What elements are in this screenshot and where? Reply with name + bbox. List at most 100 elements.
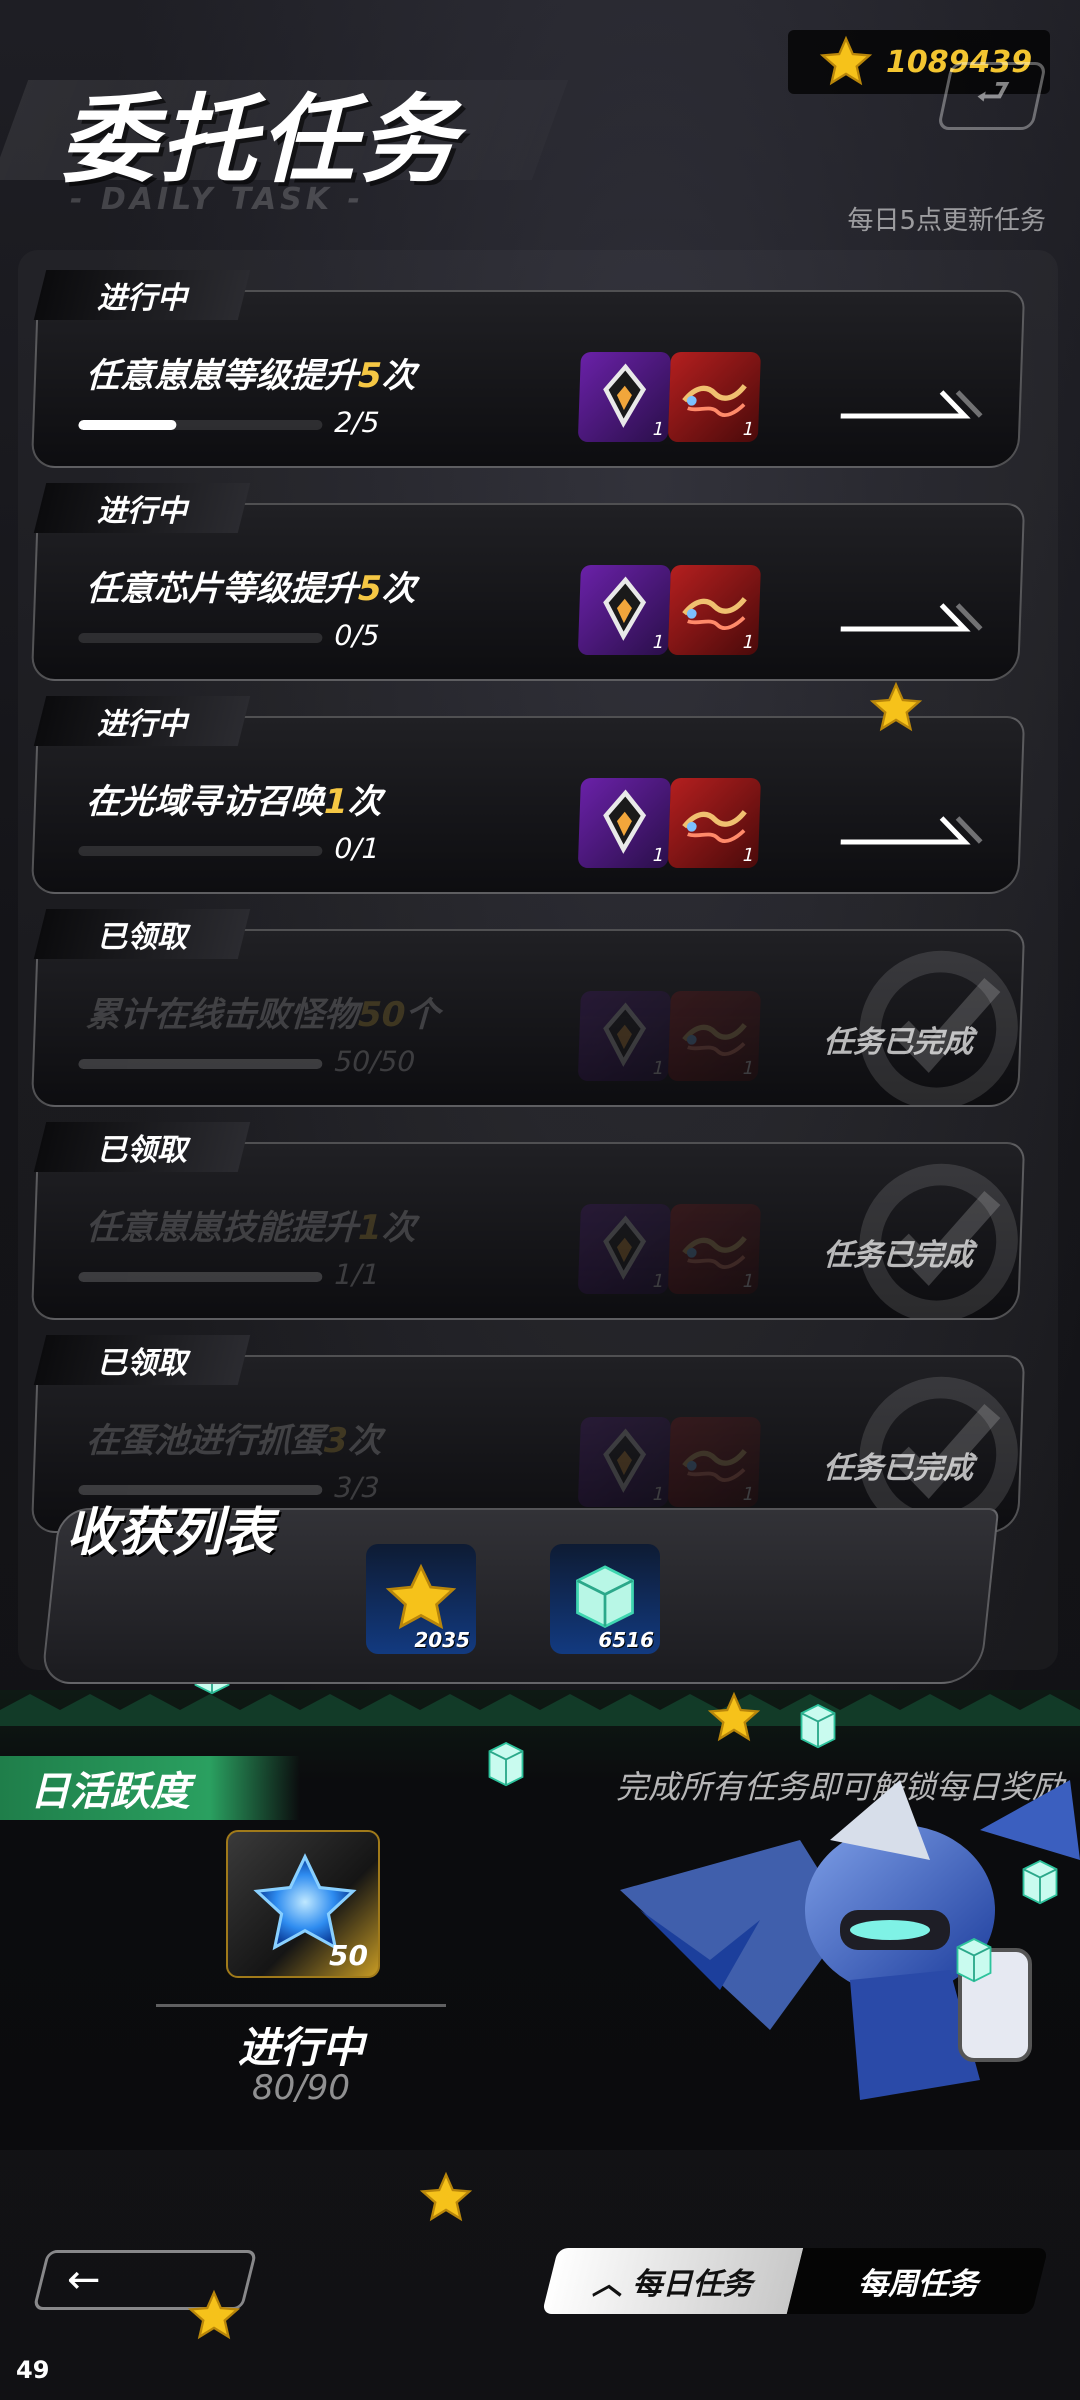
activity-reward-chest[interactable]: 50 [226, 1830, 380, 1978]
task-status-tag: 已领取 [33, 1335, 251, 1385]
reward-item-scroll[interactable]: 1 [667, 991, 761, 1081]
reward-item-badge[interactable]: 1 [577, 565, 671, 655]
reward-item-badge[interactable]: 1 [577, 778, 671, 868]
crystal-cube-icon [956, 1937, 992, 1983]
activity-status: 进行中 [237, 2023, 364, 2072]
task-name-suffix: 次 [381, 356, 417, 396]
progress-bar [78, 1059, 323, 1069]
back-arrow-icon: ← [67, 2257, 101, 2303]
progress-fill [78, 420, 177, 430]
task-name-number: 1 [357, 1208, 383, 1248]
page-title: 委托任务 [60, 84, 460, 196]
progress-fill [78, 1059, 323, 1069]
reward-item-scroll[interactable]: 1 [667, 565, 761, 655]
task-name: 任意芯片等级提升5次 [85, 561, 416, 610]
task-name-number: 50 [357, 995, 407, 1035]
task-status: 进行中 [97, 281, 187, 316]
progress-text: 0/5 [333, 619, 381, 652]
harvest-item-star[interactable]: 2035 [366, 1544, 476, 1654]
tab-daily-tasks[interactable]: ︿ 每日任务 [541, 2248, 804, 2314]
reward-item-badge[interactable]: 1 [577, 1417, 671, 1507]
activity-divider [156, 2004, 446, 2007]
task-name: 在光域寻访召唤1次 [85, 774, 382, 823]
reward-count: 1 [742, 1058, 755, 1079]
reward-item-scroll[interactable]: 1 [667, 1204, 761, 1294]
gold-star-icon [419, 2171, 473, 2222]
task-status: 进行中 [97, 707, 187, 742]
go-arrow-icon[interactable] [834, 372, 986, 432]
task-name-text: 在蛋池进行抓蛋 [85, 1421, 325, 1461]
tab-weekly-tasks[interactable]: 每周任务 [786, 2248, 1049, 2314]
task-period-tabs: ︿ 每日任务 每周任务 [541, 2248, 1049, 2314]
task-name-number: 5 [357, 569, 383, 609]
refresh-note: 每日5点更新任务 [847, 206, 1046, 236]
reward-item-badge[interactable]: 1 [577, 352, 671, 442]
progress-bar [78, 420, 323, 430]
reward-count: 1 [742, 1484, 755, 1505]
task-name: 任意崽崽等级提升5次 [85, 348, 416, 397]
task-status-tag: 进行中 [33, 483, 251, 533]
tab-weekly-label: 每周任务 [857, 2267, 978, 2302]
reward-count: 1 [742, 845, 755, 866]
page-subtitle: - DAILY TASK - [70, 182, 364, 217]
reward-item-badge[interactable]: 1 [577, 991, 671, 1081]
harvest-count: 6516 [598, 1628, 654, 1652]
harvest-item-crystal[interactable]: 6516 [550, 1544, 660, 1654]
activity-label: 日活跃度 [30, 1769, 190, 1815]
reward-item-badge[interactable]: 1 [577, 1204, 671, 1294]
reward-item-scroll[interactable]: 1 [667, 352, 761, 442]
task-status-tag: 进行中 [33, 270, 251, 320]
gold-star-icon [707, 1691, 761, 1742]
reward-item-scroll[interactable]: 1 [667, 778, 761, 868]
task-name-text: 累计在线击败怪物 [85, 995, 359, 1035]
task-status-tag: 已领取 [33, 1122, 251, 1172]
task-name-text: 任意崽崽技能提升 [85, 1208, 359, 1248]
task-name: 累计在线击败怪物50个 [85, 987, 440, 1036]
go-arrow-icon[interactable] [834, 585, 986, 645]
task-completed-label: 任务已完成 [822, 1025, 974, 1060]
gold-star-icon [819, 35, 873, 86]
task-completed-label: 任务已完成 [822, 1451, 974, 1486]
page-number: 49 [16, 2356, 50, 2384]
task-name-number: 1 [323, 782, 349, 822]
task-name: 在蛋池进行抓蛋3次 [85, 1413, 382, 1462]
reward-count: 1 [652, 419, 665, 440]
task-status: 已领取 [97, 1133, 187, 1168]
progress-text: 0/1 [333, 832, 381, 865]
progress-text: 2/5 [333, 406, 381, 439]
zigzag-divider [0, 1694, 1080, 1726]
reward-count: 1 [742, 1271, 755, 1292]
mascot-robot-image [620, 1780, 1080, 2100]
task-status-tag: 进行中 [33, 696, 251, 746]
reward-count: 1 [742, 632, 755, 653]
chevron-up-icon: ︿ [592, 2267, 623, 2302]
progress-text: 3/3 [333, 1471, 381, 1504]
harvest-count: 2035 [414, 1628, 470, 1652]
gold-star-icon [187, 2289, 241, 2340]
reward-item-scroll[interactable]: 1 [667, 1417, 761, 1507]
reward-count: 1 [652, 632, 665, 653]
task-name-suffix: 次 [347, 1421, 383, 1461]
return-button[interactable]: ⮐ [936, 62, 1048, 130]
harvest-title: 收获列表 [66, 1503, 275, 1563]
crystal-cube-icon [800, 1703, 836, 1749]
reward-count: 1 [652, 1484, 665, 1505]
progress-fill [78, 1272, 323, 1282]
gold-star-icon [869, 681, 923, 732]
task-name-suffix: 次 [347, 782, 383, 822]
task-name-number: 5 [357, 356, 383, 396]
task-name-suffix: 次 [381, 1208, 417, 1248]
task-name-text: 任意崽崽等级提升 [85, 356, 359, 396]
task-completed-label: 任务已完成 [822, 1238, 974, 1273]
task-status: 已领取 [97, 1346, 187, 1381]
task-name: 任意崽崽技能提升1次 [85, 1200, 416, 1249]
progress-bar [78, 633, 323, 643]
crystal-cube-icon [488, 1741, 524, 1787]
task-name-text: 在光域寻访召唤 [85, 782, 325, 822]
reward-count: 1 [742, 419, 755, 440]
progress-text: 1/1 [333, 1258, 381, 1291]
go-arrow-icon[interactable] [834, 798, 986, 858]
reward-count: 1 [652, 1058, 665, 1079]
reward-count: 1 [652, 845, 665, 866]
activity-reward-count: 50 [329, 1939, 368, 1972]
